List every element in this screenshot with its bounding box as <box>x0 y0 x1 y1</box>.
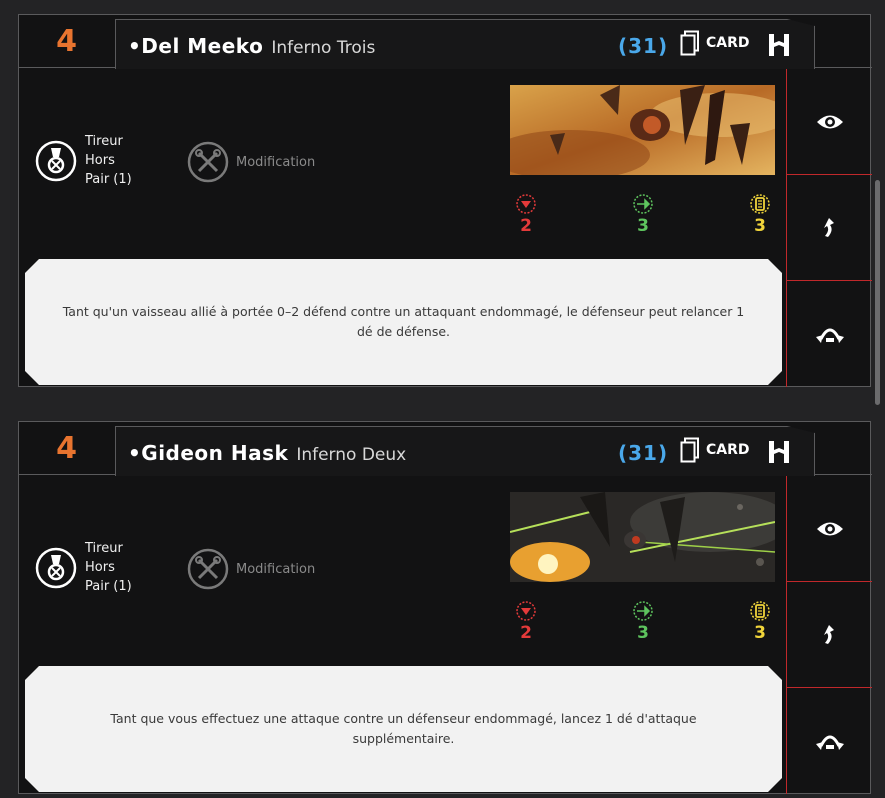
pilot-ability-box: Tant qu'un vaisseau allié à portée 0–2 d… <box>25 259 782 385</box>
barrel-roll-icon <box>815 735 844 750</box>
barrel-roll-action-button[interactable] <box>787 281 872 387</box>
pilot-cost: (31) <box>618 34 669 58</box>
talent-line-3: Pair (1) <box>85 172 132 187</box>
talent-medal-icon <box>35 547 77 588</box>
barrel-roll-action-button[interactable] <box>787 688 872 794</box>
talent-slot[interactable]: Tireur Hors Pair (1) <box>35 539 155 596</box>
talent-line-1: Tireur <box>85 134 123 149</box>
agility-value: 3 <box>637 623 649 643</box>
initiative-value: 4 <box>56 24 77 59</box>
modification-label: Modification <box>236 154 316 170</box>
pilot-card-gideon-hask: 4 •Gideon Hask Inferno Deux (31) CARD Tir… <box>18 421 872 794</box>
talent-slot[interactable]: Tireur Hors Pair (1) <box>35 132 155 189</box>
attack-stat: 2 <box>511 193 541 235</box>
hull-icon <box>750 194 770 214</box>
focus-arrow-icon <box>823 624 834 644</box>
agility-stat: 3 <box>628 600 658 642</box>
pilot-name[interactable]: •Gideon Hask <box>128 441 288 465</box>
talent-line-2: Hors <box>85 560 115 575</box>
card-header: 4 •Del Meeko Inferno Trois (31) CARD <box>19 15 872 69</box>
card-button[interactable]: CARD <box>680 30 750 56</box>
pilot-name-row: •Del Meeko Inferno Trois <box>128 34 375 58</box>
modification-wrench-icon <box>187 548 229 590</box>
ship-name: Inferno Trois <box>271 38 376 58</box>
talent-line-2: Hors <box>85 153 115 168</box>
modification-slot[interactable]: Modification <box>187 548 315 590</box>
card-button-label: CARD <box>706 35 750 51</box>
agility-value: 3 <box>637 216 649 236</box>
modification-wrench-icon <box>187 141 229 183</box>
card-icon <box>680 30 699 56</box>
barrel-roll-icon <box>815 328 844 343</box>
pilot-cost: (31) <box>618 441 669 465</box>
focus-arrow-icon <box>823 217 834 237</box>
talent-name: Tireur Hors Pair (1) <box>85 132 155 189</box>
hull-value: 3 <box>754 623 766 643</box>
title-tab: •Gideon Hask Inferno Deux (31) CARD <box>115 426 815 476</box>
agility-icon <box>633 601 653 621</box>
hull-stat: 3 <box>745 600 775 642</box>
card-icon <box>680 437 699 463</box>
talent-medal-icon <box>35 140 77 181</box>
card-button-label: CARD <box>706 442 750 458</box>
hull-stat: 3 <box>745 193 775 235</box>
hull-value: 3 <box>754 216 766 236</box>
agility-stat: 3 <box>628 193 658 235</box>
focus-action-button[interactable] <box>787 69 872 175</box>
pilot-name-row: •Gideon Hask Inferno Deux <box>128 441 406 465</box>
attack-value: 2 <box>520 623 532 643</box>
eye-icon <box>816 522 843 535</box>
pilot-card-del-meeko: 4 •Del Meeko Inferno Trois (31) CARD Tire… <box>18 14 872 387</box>
talent-name: Tireur Hors Pair (1) <box>85 539 155 596</box>
card-body: Tireur Hors Pair (1) Modification 2 3 3 … <box>19 69 786 387</box>
galactic-empire-icon <box>769 34 789 56</box>
evade-action-button[interactable] <box>787 582 872 688</box>
attack-icon <box>516 601 536 621</box>
pilot-ability-box: Tant que vous effectuez une attaque cont… <box>25 666 782 792</box>
action-sidebar <box>786 69 872 387</box>
attack-value: 2 <box>520 216 532 236</box>
card-header: 4 •Gideon Hask Inferno Deux (31) CARD <box>19 422 872 476</box>
card-body: Tireur Hors Pair (1) Modification 2 3 3 … <box>19 476 786 794</box>
initiative-value: 4 <box>56 431 77 466</box>
evade-action-button[interactable] <box>787 175 872 281</box>
agility-icon <box>633 194 653 214</box>
modification-label: Modification <box>236 561 316 577</box>
pilot-ability-text: Tant que vous effectuez une attaque cont… <box>110 711 697 746</box>
action-sidebar <box>786 476 872 794</box>
talent-line-3: Pair (1) <box>85 579 132 594</box>
title-tab: •Del Meeko Inferno Trois (31) CARD <box>115 19 815 69</box>
attack-stat: 2 <box>511 600 541 642</box>
ship-name: Inferno Deux <box>296 445 407 465</box>
attack-icon <box>516 194 536 214</box>
ship-artwork <box>510 492 775 582</box>
eye-icon <box>816 115 843 128</box>
modification-slot[interactable]: Modification <box>187 141 315 183</box>
galactic-empire-icon <box>769 441 789 463</box>
card-button[interactable]: CARD <box>680 437 750 463</box>
focus-action-button[interactable] <box>787 476 872 582</box>
page-scrollbar[interactable] <box>875 180 880 405</box>
hull-icon <box>750 601 770 621</box>
ship-artwork <box>510 85 775 175</box>
pilot-name[interactable]: •Del Meeko <box>128 34 263 58</box>
pilot-ability-text: Tant qu'un vaisseau allié à portée 0–2 d… <box>62 304 745 339</box>
talent-line-1: Tireur <box>85 541 123 556</box>
